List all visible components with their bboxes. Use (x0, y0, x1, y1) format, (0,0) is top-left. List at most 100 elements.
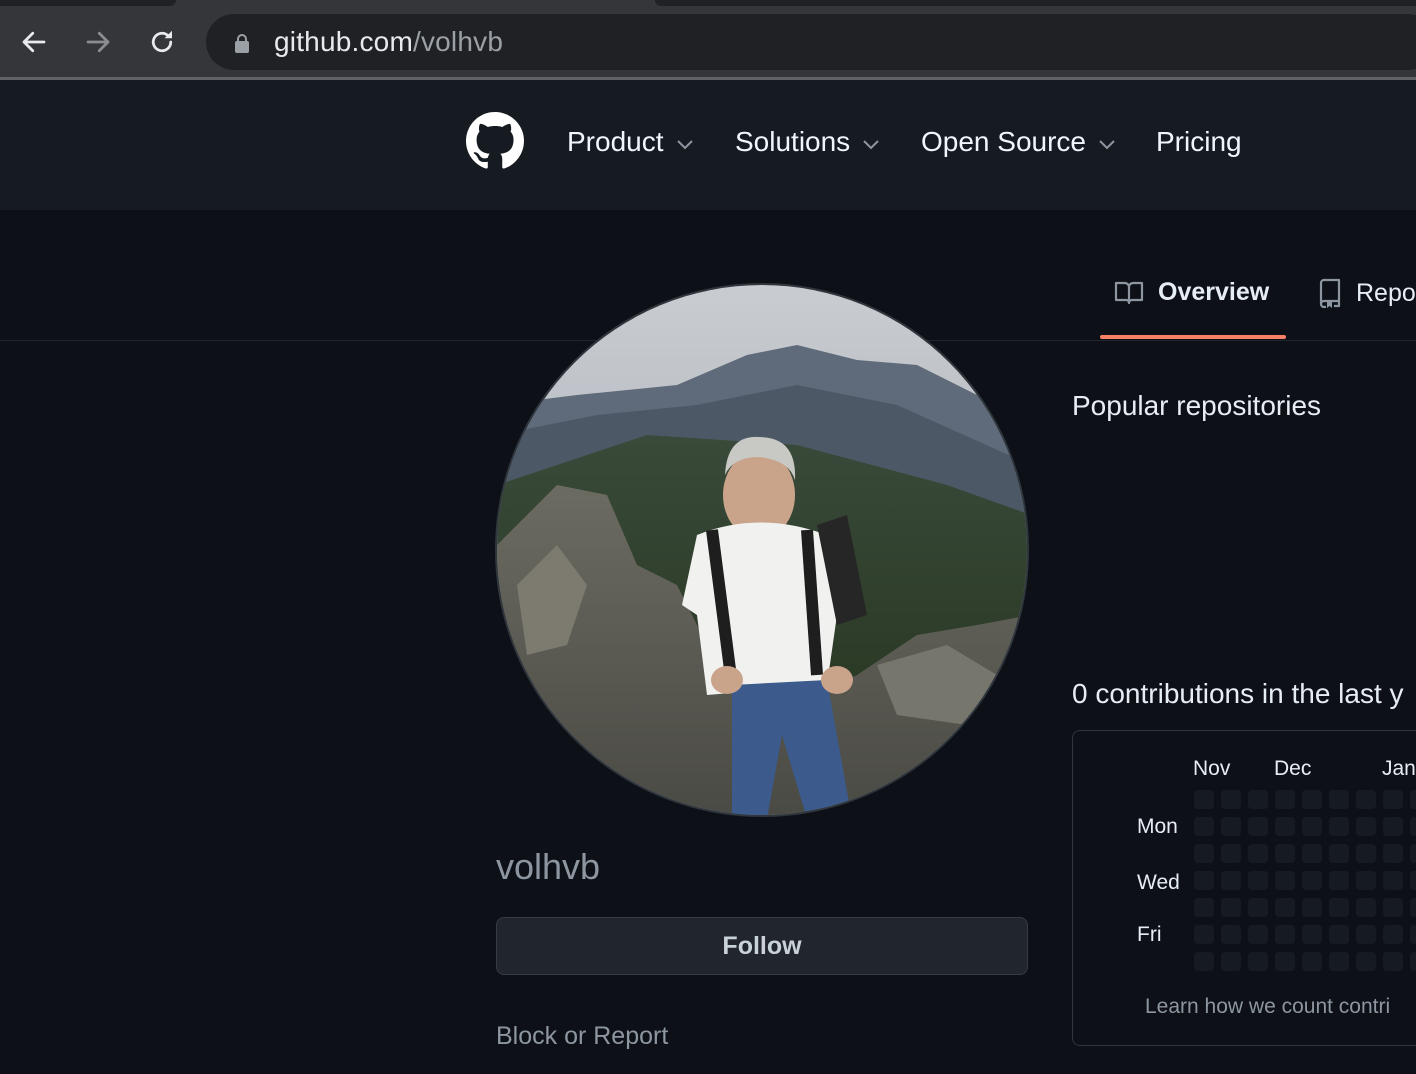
contribution-cell[interactable] (1248, 925, 1268, 944)
active-tab-indicator (1100, 335, 1286, 339)
tab-overview-label: Overview (1158, 278, 1270, 306)
avatar[interactable] (495, 283, 1029, 817)
learn-contributions-link[interactable]: Learn how we count contri (1145, 995, 1390, 1019)
contribution-cell[interactable] (1329, 790, 1349, 809)
contributions-heading: 0 contributions in the last y (1072, 678, 1404, 709)
repo-icon (1319, 278, 1341, 308)
contribution-cell[interactable] (1302, 790, 1322, 809)
contribution-cell[interactable] (1302, 871, 1322, 890)
contribution-cell[interactable] (1410, 925, 1416, 944)
contribution-cell[interactable] (1221, 844, 1241, 863)
contribution-cell[interactable] (1194, 844, 1214, 863)
contribution-cell[interactable] (1275, 844, 1295, 863)
contribution-cell[interactable] (1194, 925, 1214, 944)
follow-button[interactable]: Follow (496, 917, 1028, 975)
menu-pricing[interactable]: Pricing (1156, 126, 1242, 158)
menu-open-source[interactable]: Open Source (921, 126, 1116, 158)
contribution-cell[interactable] (1194, 817, 1214, 836)
contribution-cell[interactable] (1329, 817, 1349, 836)
contribution-cell[interactable] (1383, 871, 1403, 890)
contribution-cell[interactable] (1248, 871, 1268, 890)
contribution-cell[interactable] (1302, 817, 1322, 836)
forward-button[interactable] (80, 24, 116, 60)
contribution-cell[interactable] (1410, 898, 1416, 917)
contribution-cell[interactable] (1329, 898, 1349, 917)
contribution-cell[interactable] (1275, 871, 1295, 890)
contribution-cell[interactable] (1275, 898, 1295, 917)
menu-product[interactable]: Product (567, 126, 694, 158)
reload-button[interactable] (144, 24, 180, 60)
contribution-cell[interactable] (1275, 952, 1295, 971)
day-label: Fri (1137, 923, 1162, 946)
day-label: Wed (1137, 871, 1180, 894)
lock-icon (235, 34, 249, 53)
contribution-cell[interactable] (1248, 952, 1268, 971)
contribution-cell[interactable] (1383, 790, 1403, 809)
contribution-cell[interactable] (1275, 925, 1295, 944)
contribution-cell[interactable] (1248, 898, 1268, 917)
contribution-cell[interactable] (1410, 952, 1416, 971)
contribution-cell[interactable] (1383, 925, 1403, 944)
tab-strip-right (655, 0, 1416, 6)
tab-strip-left (0, 0, 176, 6)
contribution-cell[interactable] (1302, 844, 1322, 863)
contribution-cell[interactable] (1356, 817, 1376, 836)
contribution-cell[interactable] (1221, 898, 1241, 917)
contribution-cell[interactable] (1302, 898, 1322, 917)
contribution-cell[interactable] (1356, 871, 1376, 890)
block-or-report-link[interactable]: Block or Report (496, 1022, 668, 1051)
month-label: Nov (1193, 757, 1231, 780)
address-bar[interactable]: github.com/volhvb (206, 14, 1416, 70)
contribution-cell[interactable] (1329, 952, 1349, 971)
contribution-cell[interactable] (1410, 817, 1416, 836)
tab-overview[interactable]: Overview (1114, 278, 1269, 307)
contribution-cell[interactable] (1194, 871, 1214, 890)
contribution-cell[interactable] (1194, 898, 1214, 917)
contribution-cell[interactable] (1221, 952, 1241, 971)
contribution-cell[interactable] (1248, 844, 1268, 863)
contribution-graph: Nov Dec Jan Mon Wed Fri Learn how we cou… (1072, 730, 1416, 1046)
url-path: /volhvb (412, 26, 504, 57)
profile-username: volhvb (496, 846, 601, 887)
avatar-photo (497, 285, 1027, 815)
contribution-cell[interactable] (1329, 925, 1349, 944)
contribution-cell[interactable] (1302, 952, 1322, 971)
tab-repositories[interactable]: Repo (1318, 278, 1416, 308)
menu-open-source-label: Open Source (921, 126, 1086, 157)
contribution-cell[interactable] (1356, 790, 1376, 809)
chevron-down-icon (1099, 140, 1115, 150)
arrow-left-icon (22, 31, 46, 53)
contribution-cell[interactable] (1329, 844, 1349, 863)
tab-repositories-label: Repo (1356, 278, 1416, 307)
contribution-cell[interactable] (1194, 790, 1214, 809)
contribution-cell[interactable] (1194, 952, 1214, 971)
back-button[interactable] (16, 24, 52, 60)
contribution-cell[interactable] (1356, 898, 1376, 917)
contribution-cell[interactable] (1221, 925, 1241, 944)
contribution-cell[interactable] (1410, 844, 1416, 863)
contribution-cell[interactable] (1356, 844, 1376, 863)
contribution-cell[interactable] (1356, 925, 1376, 944)
contribution-cell[interactable] (1221, 790, 1241, 809)
github-mark-icon[interactable] (466, 112, 524, 170)
contribution-cell[interactable] (1329, 871, 1349, 890)
contribution-cell[interactable] (1248, 790, 1268, 809)
day-label: Mon (1137, 815, 1178, 838)
contribution-cell[interactable] (1221, 817, 1241, 836)
contribution-cell[interactable] (1302, 925, 1322, 944)
contribution-cell[interactable] (1221, 871, 1241, 890)
url-text: github.com/volhvb (274, 26, 503, 58)
contribution-cell[interactable] (1383, 952, 1403, 971)
contribution-cell[interactable] (1383, 898, 1403, 917)
menu-solutions[interactable]: Solutions (735, 126, 880, 158)
chevron-down-icon (676, 140, 693, 150)
contribution-cell[interactable] (1410, 871, 1416, 890)
contribution-cell[interactable] (1275, 817, 1295, 836)
month-label: Dec (1274, 757, 1312, 780)
contribution-cell[interactable] (1248, 817, 1268, 836)
contribution-cell[interactable] (1356, 952, 1376, 971)
contribution-cell[interactable] (1383, 817, 1403, 836)
contribution-cell[interactable] (1275, 790, 1295, 809)
contribution-cell[interactable] (1410, 790, 1416, 809)
contribution-cell[interactable] (1383, 844, 1403, 863)
